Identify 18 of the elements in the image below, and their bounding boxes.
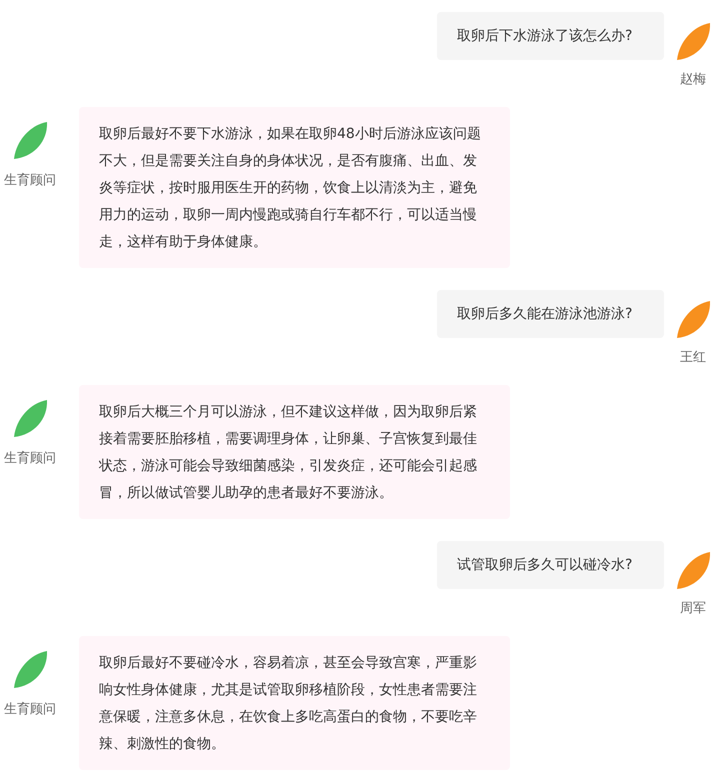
question-bubble: 取卵后下水游泳了该怎么办? (437, 12, 664, 60)
advisor-name: 生育顾问 (4, 700, 56, 718)
leaf-icon (675, 22, 711, 62)
leaf-icon (675, 300, 711, 340)
advisor-name: 生育顾问 (4, 450, 56, 467)
user-name: 赵梅 (680, 71, 706, 88)
question-bubble: 试管取卵后多久可以碰冷水? (437, 541, 664, 589)
leaf-icon (12, 650, 48, 690)
leaf-icon (12, 121, 48, 161)
question-bubble: 取卵后多久能在游泳池游泳? (437, 290, 664, 338)
leaf-icon (675, 551, 711, 591)
leaf-icon (12, 399, 48, 439)
answer-bubble: 取卵后大概三个月可以游泳，但不建议这样做，因为取卵后紧接着需要胚胎移植，需要调理身体，让卵巢、子宫恢复到最佳状态，游泳可能会导致细菌感染，引发炎症，还可能会引起感冒，所以做试管婴儿助孕的患者最好不要游泳。 (79, 385, 510, 519)
advisor-name: 生育顾问 (4, 172, 56, 189)
user-name: 周军 (680, 600, 706, 617)
answer-bubble: 取卵后最好不要碰冷水，容易着凉，甚至会导致宫寒，严重影响女性身体健康，尤其是试管取卵移植阶段，女性患者需要注意保暖，注意多休息，在饮食上多吃高蛋白的食物，不要吃辛辣、刺激性的食物。 (79, 636, 510, 770)
user-name: 王红 (680, 349, 706, 366)
answer-bubble: 取卵后最好不要下水游泳，如果在取卵48小时后游泳应该问题不大，但是需要关注自身的身体状况，是否有腹痛、出血、发炎等症状，按时服用医生开的药物，饮食上以清淡为主，避免用力的运动，取卵一周内慢跑或骑自行车都不行，可以适当慢走，这样有助于身体健康。 (79, 107, 510, 268)
